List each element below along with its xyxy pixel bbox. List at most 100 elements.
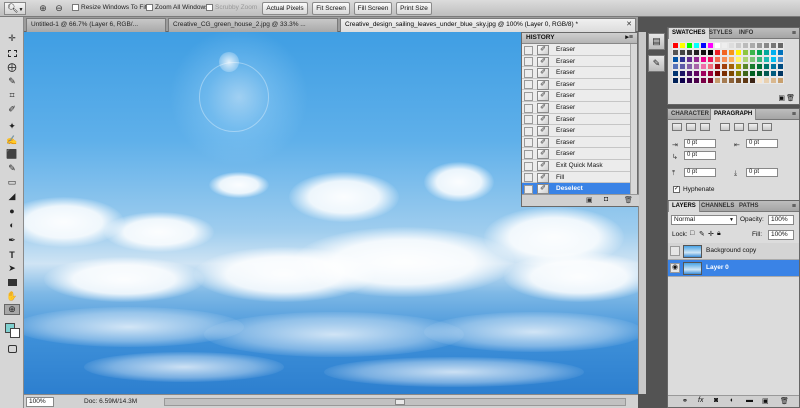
opacity-field[interactable]: 100% [768, 215, 794, 225]
color-swatch[interactable] [763, 70, 770, 77]
color-swatch[interactable] [770, 42, 777, 49]
color-swatch[interactable] [672, 77, 679, 84]
color-swatch[interactable] [679, 56, 686, 63]
paint-bucket-tool[interactable]: ◢ [4, 191, 20, 202]
color-swatch[interactable] [742, 56, 749, 63]
eye-icon[interactable]: ◉ [670, 263, 680, 273]
print-size-button[interactable]: Print Size [396, 2, 432, 15]
lock-transparent-icon[interactable]: □ [690, 230, 694, 237]
history-item[interactable]: ✐ Fill [522, 171, 632, 184]
fx-icon[interactable]: fx [698, 397, 703, 404]
dodge-tool[interactable]: ◐ [4, 219, 20, 230]
folder-icon[interactable]: ▬ [746, 397, 753, 404]
color-swatch[interactable] [735, 49, 742, 56]
color-swatch[interactable] [679, 77, 686, 84]
scrubby-zoom-checkbox[interactable]: Scrubby Zoom [206, 4, 257, 11]
color-swatch[interactable] [721, 77, 728, 84]
color-swatch[interactable] [770, 77, 777, 84]
color-swatch[interactable] [679, 49, 686, 56]
tab-character[interactable]: CHARACTER [668, 109, 712, 120]
color-swatch[interactable] [707, 49, 714, 56]
color-swatch[interactable] [777, 77, 784, 84]
first-line-indent-field[interactable]: 0 pt [684, 151, 716, 160]
clone-stamp-tool[interactable]: ⬛ [4, 149, 20, 160]
justify-left-button[interactable] [720, 123, 730, 131]
canvas-vertical-scrollbar[interactable] [638, 32, 646, 394]
color-swatch[interactable] [686, 63, 693, 70]
new-swatch-icon[interactable]: ▣ [778, 94, 785, 102]
color-swatch[interactable] [700, 42, 707, 49]
color-swatch[interactable] [693, 63, 700, 70]
color-swatch[interactable] [777, 49, 784, 56]
color-swatch[interactable] [749, 56, 756, 63]
color-swatch[interactable] [686, 77, 693, 84]
align-left-button[interactable] [672, 123, 682, 131]
color-swatch[interactable] [700, 63, 707, 70]
healing-brush-tool[interactable]: ✦ [4, 121, 20, 132]
history-scrollbar[interactable] [630, 44, 637, 195]
color-swatch[interactable] [777, 63, 784, 70]
color-swatch[interactable] [721, 70, 728, 77]
color-swatch[interactable] [749, 42, 756, 49]
color-swatch[interactable] [721, 63, 728, 70]
new-layer-icon[interactable]: ▣ [762, 397, 769, 405]
zoom-level-field[interactable]: 100% [26, 397, 54, 407]
panel-menu-icon[interactable]: ≡ [792, 109, 796, 120]
color-swatch[interactable] [679, 42, 686, 49]
panel-menu-icon[interactable]: ≡ [792, 201, 796, 212]
color-swatch[interactable] [763, 77, 770, 84]
zoom-in-button[interactable]: ⊕ [36, 2, 50, 15]
color-swatch[interactable] [728, 77, 735, 84]
justify-all-button[interactable] [762, 123, 772, 131]
visibility-toggle[interactable] [670, 246, 680, 256]
color-swatch[interactable] [693, 42, 700, 49]
quick-mask-button[interactable] [4, 343, 20, 354]
color-swatch[interactable] [735, 63, 742, 70]
color-swatch[interactable] [707, 56, 714, 63]
color-swatch[interactable] [728, 63, 735, 70]
history-source-checkbox[interactable] [524, 138, 533, 148]
color-swatch[interactable] [749, 70, 756, 77]
color-swatch[interactable] [777, 70, 784, 77]
history-source-checkbox[interactable] [524, 149, 533, 159]
align-center-button[interactable] [686, 123, 696, 131]
hyphenate-checkbox[interactable]: ✓ Hyphenate [673, 186, 714, 193]
color-swatch[interactable] [770, 49, 777, 56]
color-swatch[interactable] [770, 70, 777, 77]
color-swatch[interactable] [770, 63, 777, 70]
history-brush-tool[interactable]: ✎ [4, 163, 20, 174]
color-swatch[interactable] [777, 42, 784, 49]
color-swatch[interactable] [735, 77, 742, 84]
history-item[interactable]: ✐ Eraser [522, 148, 632, 160]
color-swatch[interactable] [714, 49, 721, 56]
color-swatch[interactable] [756, 70, 763, 77]
color-swatch[interactable] [749, 77, 756, 84]
lasso-tool[interactable]: ⨁ [4, 62, 20, 73]
space-after-field[interactable]: 0 pt [746, 168, 778, 177]
trash-icon[interactable]: 🗑︎ [786, 94, 795, 102]
history-source-checkbox[interactable] [524, 57, 533, 67]
trash-icon[interactable]: 🗑︎ [624, 196, 633, 204]
fit-screen-button[interactable]: Fit Screen [312, 2, 350, 15]
color-swatch[interactable] [707, 42, 714, 49]
lock-position-icon[interactable]: ✛ [708, 230, 714, 238]
quick-selection-tool[interactable]: ✎ [4, 76, 20, 87]
tab-swatches[interactable]: SWATCHES [668, 28, 710, 39]
history-source-checkbox[interactable] [524, 115, 533, 125]
eraser-tool[interactable]: ▭ [4, 177, 20, 188]
color-swatch[interactable] [728, 49, 735, 56]
tab-layers[interactable]: LAYERS [668, 201, 700, 212]
tab-paragraph[interactable]: PARAGRAPH [710, 109, 757, 120]
color-swatch[interactable] [742, 77, 749, 84]
color-swatch[interactable] [770, 56, 777, 63]
path-selection-tool[interactable]: ➤ [4, 263, 20, 274]
color-swatch[interactable] [742, 42, 749, 49]
color-swatch[interactable] [672, 49, 679, 56]
adjustment-icon[interactable]: ◐ [730, 397, 734, 404]
history-source-checkbox[interactable] [524, 68, 533, 78]
tab-untitled-1[interactable]: Untitled-1 @ 66.7% (Layer 6, RGB/... [26, 18, 166, 32]
color-swatch[interactable] [728, 42, 735, 49]
color-swatch[interactable] [763, 63, 770, 70]
panel-menu-icon[interactable]: ▸≡ [625, 33, 633, 43]
color-swatch[interactable] [749, 49, 756, 56]
